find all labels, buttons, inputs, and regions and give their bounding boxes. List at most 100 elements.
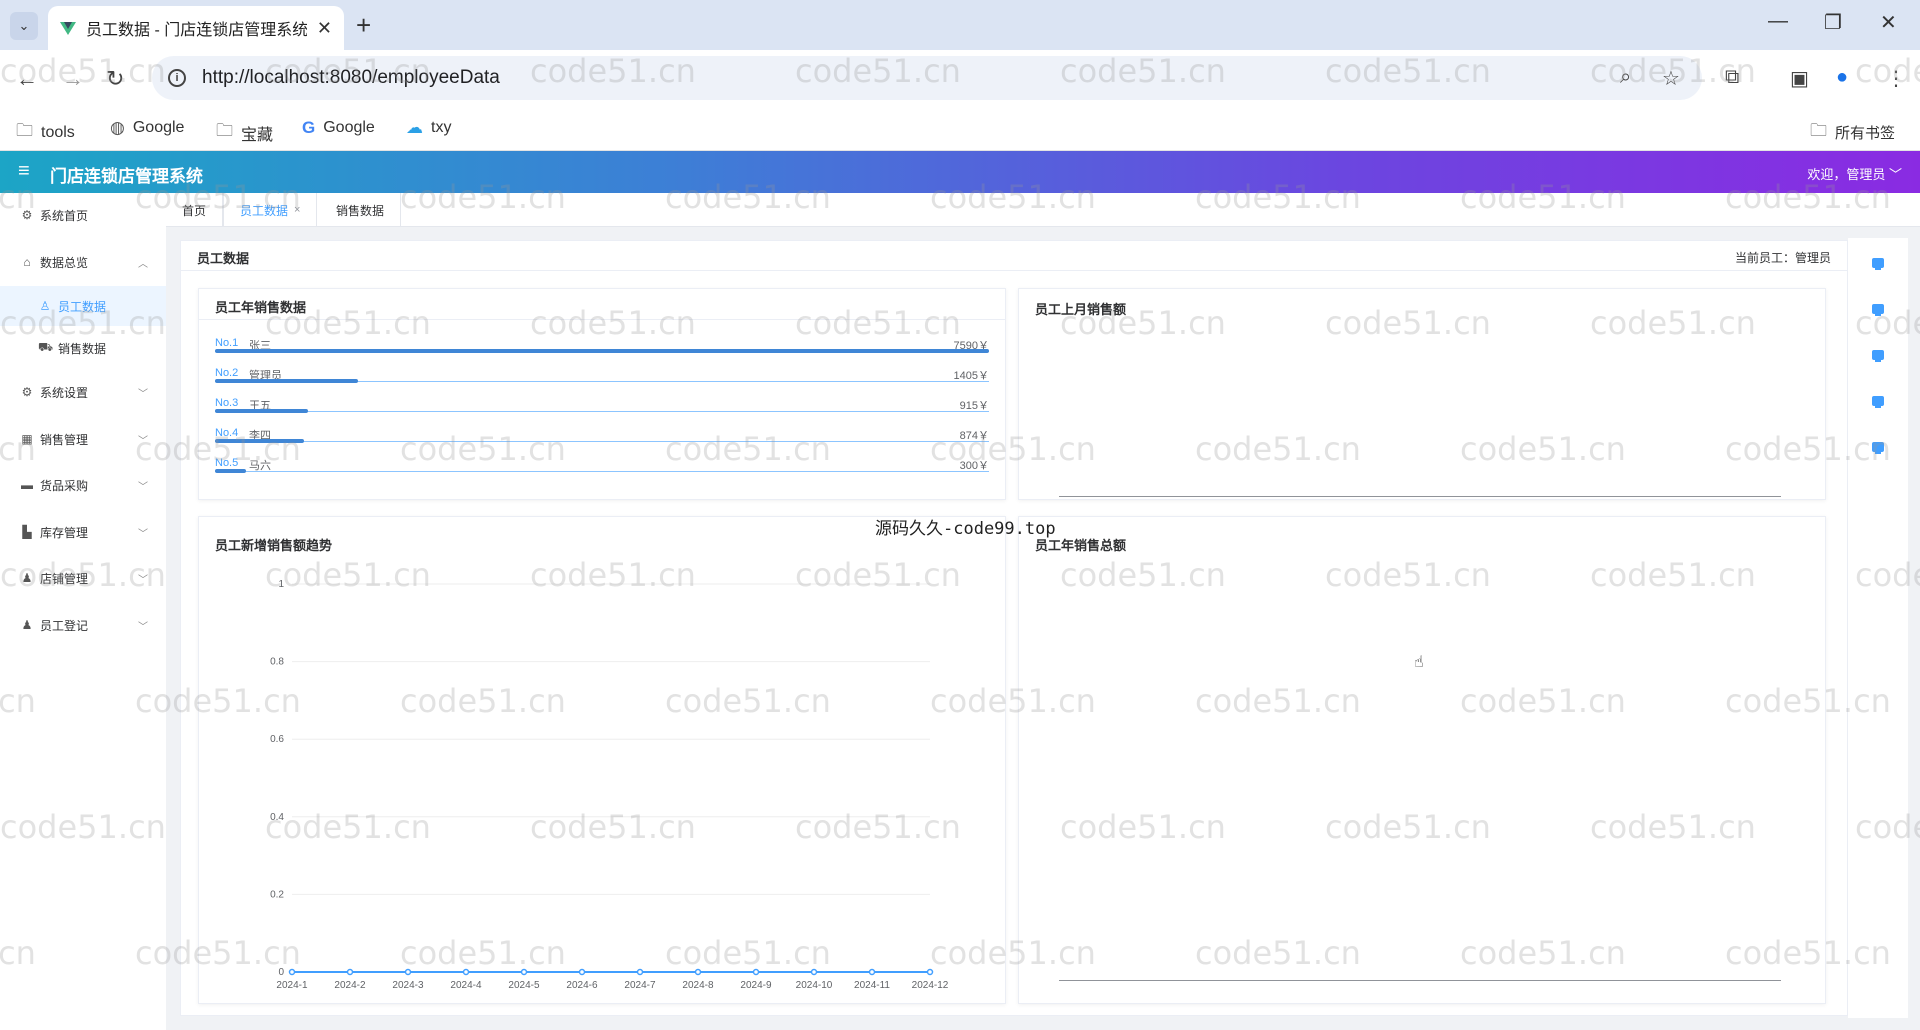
ranking-row: No.2 管理员 1405￥: [215, 367, 989, 397]
data-point[interactable]: [288, 968, 296, 976]
monitor-icon[interactable]: [1872, 396, 1884, 408]
new-tab-button[interactable]: +: [356, 10, 371, 41]
sidebar-item-sales-data[interactable]: ⛟ 销售数据: [0, 328, 166, 368]
ranking-row: No.4 李四 874￥: [215, 427, 989, 457]
sidebar-item-data-overview[interactable]: ⌂ 数据总览 ︿: [0, 242, 166, 282]
vue-favicon-icon: [60, 20, 76, 36]
x-tick-label: 2024-11: [854, 980, 890, 991]
url-omnibox[interactable]: i http://localhost:8080/employeeData: [152, 56, 1702, 100]
progress-bar: [215, 379, 359, 383]
chart-icon: ▦: [21, 432, 33, 446]
data-point[interactable]: [868, 968, 876, 976]
tab-employee-data[interactable]: 员工数据 ×: [223, 193, 318, 227]
chevron-down-icon: ﹀: [138, 481, 148, 493]
sidebar-item-employee-register[interactable]: ♟ 员工登记 ﹀: [0, 605, 166, 645]
browser-menu-icon[interactable]: ⋮: [1886, 66, 1906, 91]
sidebar-item-system-settings[interactable]: ⚙ 系统设置 ﹀: [0, 372, 166, 412]
user-icon: ♙: [39, 299, 51, 313]
bookmark-tools[interactable]: 🗀 tools: [16, 118, 75, 147]
user-dropdown[interactable]: 欢迎，管理员 ﹀: [1807, 164, 1902, 183]
bookmarks-bar: 🗀 tools ◍ Google 🗀 宝藏 G Google ☁ txy 🗀 所有书签: [0, 108, 1920, 151]
extensions-icon[interactable]: ⧉: [1725, 66, 1739, 89]
data-point[interactable]: [462, 968, 470, 976]
close-tab-icon[interactable]: ✕: [317, 18, 332, 39]
sidebar-item-store-management[interactable]: ♟ 店铺管理 ﹀: [0, 558, 166, 598]
tab-search-button[interactable]: ⌄: [10, 12, 38, 40]
progress-bar: [215, 349, 989, 353]
chevron-down-icon: ﹀: [138, 528, 148, 540]
bookmark-treasure[interactable]: 🗀 宝藏: [216, 118, 273, 147]
close-window-icon[interactable]: ✕: [1880, 10, 1897, 35]
monitor-icon[interactable]: [1872, 304, 1884, 316]
data-point[interactable]: [578, 968, 586, 976]
sidebar-item-inventory[interactable]: ▙ 库存管理 ﹀: [0, 512, 166, 552]
all-bookmarks[interactable]: 🗀 所有书签: [1810, 118, 1895, 147]
site-info-icon[interactable]: i: [168, 69, 186, 87]
bookmark-star-icon[interactable]: ☆: [1662, 66, 1680, 91]
card-title: 员工上月销售额: [1035, 302, 1127, 317]
forward-icon[interactable]: →: [62, 66, 84, 92]
sidebar-item-home[interactable]: ⚙ 系统首页: [0, 195, 166, 235]
progress-bar: [215, 409, 309, 413]
bookmark-txy[interactable]: ☁ txy: [406, 118, 451, 138]
tab-sales-data[interactable]: 销售数据: [320, 193, 402, 227]
ranking-row: No.3 王五 915￥: [215, 397, 989, 427]
data-point[interactable]: [520, 968, 528, 976]
folder-icon: 🗀: [1810, 121, 1827, 140]
rank-number: No.3: [215, 397, 239, 409]
app-title: 门店连锁店管理系统: [50, 167, 203, 186]
data-point[interactable]: [752, 968, 760, 976]
progress-track: [215, 411, 989, 412]
user-icon: ♟: [21, 571, 33, 585]
browser-tab[interactable]: 员工数据 - 门店连锁店管理系统 ✕: [48, 6, 344, 50]
bookmark-google-1[interactable]: ◍ Google: [110, 118, 184, 138]
zoom-icon[interactable]: ⌕: [1620, 66, 1631, 89]
sidebar-item-purchasing[interactable]: ▬ 货品采购 ﹀: [0, 465, 166, 505]
x-tick-label: 2024-6: [566, 980, 598, 991]
gear-icon: ⚙: [21, 208, 33, 222]
restore-icon[interactable]: ❐: [1824, 10, 1842, 35]
sales-trend-card: 员工新增销售额趋势 0 0.2 0.4 0.6 0.8 1 2024-1 2024-2 2024…: [198, 516, 1006, 1004]
monitor-icon[interactable]: [1872, 350, 1884, 362]
empty-axis-line: [1059, 496, 1781, 497]
close-icon[interactable]: ×: [294, 204, 300, 216]
data-point[interactable]: [404, 968, 412, 976]
current-employee-label: 当前员工：管理员: [1734, 251, 1831, 265]
back-icon[interactable]: ←: [16, 66, 38, 92]
url-text[interactable]: http://localhost:8080/employeeData: [202, 67, 500, 89]
y-tick-label: 1: [278, 579, 284, 590]
annual-sales-ranking-card: 员工年销售数据 No.1 张三 7590￥ No.2 管理员 1405￥ No.3 王五 915…: [198, 288, 1006, 500]
x-tick-label: 2024-10: [796, 980, 833, 991]
rank-number: No.4: [215, 427, 239, 439]
reload-icon[interactable]: ↻: [106, 66, 124, 92]
data-point[interactable]: [810, 968, 818, 976]
x-tick-label: 2024-1: [276, 980, 308, 991]
data-point[interactable]: [926, 968, 934, 976]
sidebar-item-sales-management[interactable]: ▦ 销售管理 ﹀: [0, 419, 166, 459]
data-point[interactable]: [694, 968, 702, 976]
user-icon: ♟: [21, 618, 33, 632]
x-tick-label: 2024-9: [740, 980, 772, 991]
chevron-down-icon: ﹀: [138, 574, 148, 586]
annual-total-sales-card: 员工年销售总额: [1018, 516, 1826, 1004]
chevron-up-icon: ︿: [138, 258, 148, 270]
gear-icon: ⚙: [21, 385, 33, 399]
monitor-icon[interactable]: [1872, 442, 1884, 454]
sidebar-item-employee-data[interactable]: ♙ 员工数据: [0, 286, 166, 326]
y-tick-label: 0.8: [270, 657, 284, 668]
hamburger-menu-icon[interactable]: ≡: [18, 160, 30, 183]
bookmark-google-2[interactable]: G Google: [302, 118, 375, 138]
sidebar: ⚙ 系统首页 ⌂ 数据总览 ︿ ♙ 员工数据 ⛟ 销售数据 ⚙ 系统设置 ﹀ ▦ 销售管理 ﹀ ▬…: [0, 193, 166, 1030]
monitor-icon[interactable]: [1872, 258, 1884, 270]
tab-home[interactable]: 首页: [166, 193, 224, 227]
profile-avatar-icon[interactable]: ●: [1836, 66, 1848, 89]
card-divider: [199, 319, 1005, 320]
empty-axis-line: [1059, 980, 1781, 981]
minimize-icon[interactable]: —: [1768, 10, 1788, 33]
hand-cursor-icon: ☝: [1414, 654, 1424, 671]
globe-icon: ◍: [110, 118, 125, 137]
data-point[interactable]: [346, 968, 354, 976]
side-panel-icon[interactable]: ▣: [1790, 66, 1809, 91]
data-point[interactable]: [636, 968, 644, 976]
x-tick-label: 2024-2: [334, 980, 366, 991]
